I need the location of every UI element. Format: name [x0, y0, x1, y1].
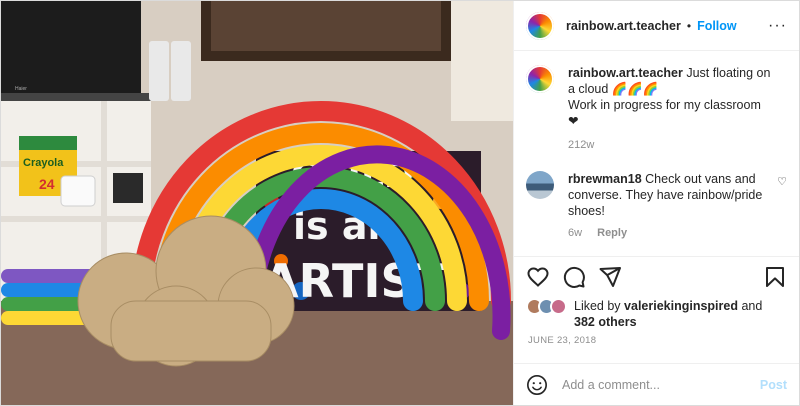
- post-photo[interactable]: Haier Crayola 24 CHILD is an ARTIST: [1, 1, 513, 405]
- liker-avatars[interactable]: [526, 298, 570, 316]
- share-icon[interactable]: [598, 265, 622, 289]
- more-options-icon[interactable]: ···: [768, 17, 787, 35]
- likes-and: and: [741, 299, 763, 313]
- instagram-post: Haier Crayola 24 CHILD is an ARTIST rain…: [0, 0, 800, 406]
- header-separator: •: [686, 18, 692, 33]
- caption-avatar[interactable]: [526, 65, 554, 93]
- likes-text: Liked by valeriekinginspired and 382 oth…: [574, 298, 762, 330]
- avatar[interactable]: [526, 11, 554, 40]
- crayon-box-count: 24: [39, 176, 55, 192]
- caption-text-line-3: ❤: [568, 114, 579, 128]
- post-date[interactable]: JUNE 23, 2018: [528, 335, 596, 346]
- header-username[interactable]: rainbow.art.teacher: [566, 19, 681, 33]
- caption-meta: 212w: [568, 139, 787, 151]
- action-bar: [514, 256, 799, 296]
- add-comment-bar: Post: [514, 363, 799, 405]
- liker-username[interactable]: valeriekinginspired: [624, 299, 738, 313]
- add-comment-input[interactable]: [562, 377, 760, 392]
- heart-icon[interactable]: [526, 265, 550, 289]
- emoji-icon[interactable]: [526, 374, 548, 396]
- follow-button[interactable]: Follow: [697, 19, 737, 33]
- crayon-box-brand: Crayola: [23, 157, 64, 169]
- caption-username[interactable]: rainbow.art.teacher: [568, 66, 683, 80]
- caption: rainbow.art.teacher Just floating on a c…: [526, 65, 787, 129]
- comment-text-block: rbrewman18 Check out vans and converse. …: [568, 171, 778, 219]
- post-header: rainbow.art.teacher • Follow ···: [514, 1, 799, 51]
- commenter-avatar[interactable]: [526, 171, 554, 199]
- comment-meta: 6w Reply: [568, 227, 787, 239]
- comment-time[interactable]: 6w: [568, 227, 582, 239]
- likes-others-link[interactable]: 382 others: [574, 315, 637, 329]
- commenter-username[interactable]: rbrewman18: [568, 172, 642, 186]
- caption-text-line-2: Work in progress for my classroom: [568, 98, 761, 112]
- caption-text-block: rainbow.art.teacher Just floating on a c…: [568, 65, 778, 129]
- save-bookmark-icon[interactable]: [763, 265, 787, 289]
- comment-like-icon[interactable]: ♡: [777, 175, 787, 188]
- caption-time[interactable]: 212w: [568, 139, 594, 151]
- likes-summary: Liked by valeriekinginspired and 382 oth…: [526, 298, 787, 330]
- comment-item: rbrewman18 Check out vans and converse. …: [526, 171, 787, 219]
- post-side-panel: rainbow.art.teacher • Follow ··· rainbow…: [513, 1, 799, 405]
- likes-prefix: Liked by: [574, 299, 621, 313]
- reply-button[interactable]: Reply: [597, 227, 627, 239]
- tv-brand-text: Haier: [15, 86, 27, 92]
- post-comment-button[interactable]: Post: [760, 378, 787, 392]
- comments-section: rainbow.art.teacher Just floating on a c…: [514, 51, 799, 255]
- photo-scene: Haier Crayola 24 CHILD is an ARTIST: [1, 1, 513, 405]
- comment-icon[interactable]: [562, 265, 586, 289]
